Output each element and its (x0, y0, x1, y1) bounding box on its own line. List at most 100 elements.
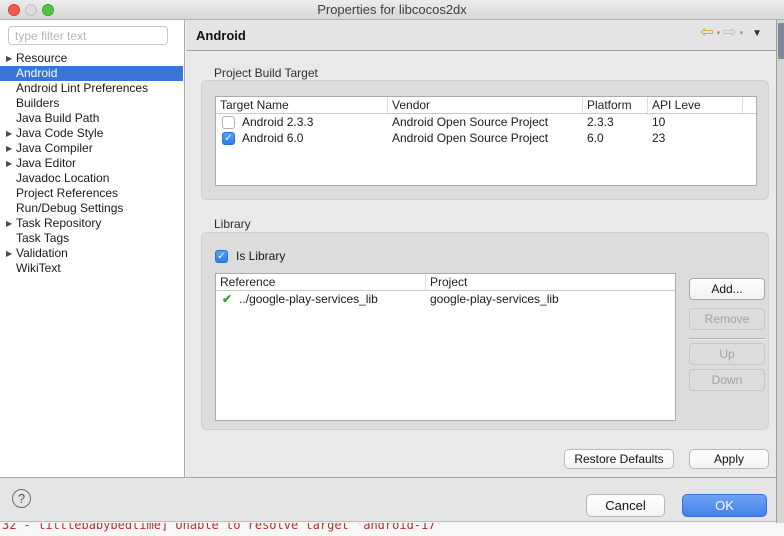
sidebar-item-label: Javadoc Location (16, 171, 109, 186)
build-target-table: Target Name Vendor Platform API Leve And… (215, 96, 757, 186)
api-level: 23 (648, 131, 743, 145)
sidebar-item-java-build-path[interactable]: Java Build Path (0, 111, 183, 126)
page-content: Project Build Target Target Name Vendor … (186, 51, 776, 477)
properties-tree: ▶ Resource Android Android Lint Preferen… (0, 51, 183, 276)
sidebar-item-label: Java Editor (16, 156, 76, 171)
sidebar-item-task-tags[interactable]: Task Tags (0, 231, 183, 246)
disclosure-triangle-icon[interactable]: ▶ (6, 216, 16, 231)
sidebar-item-label: Task Repository (16, 216, 101, 231)
sidebar-item-java-compiler[interactable]: ▶ Java Compiler (0, 141, 183, 156)
remove-button: Remove (689, 308, 765, 330)
console-error-text: 32 - littlebabybedtime] Unable to resolv… (0, 523, 784, 532)
disclosure-triangle-icon[interactable]: ▶ (6, 51, 16, 66)
target-name: Android 6.0 (242, 131, 303, 145)
forward-dropdown-icon[interactable]: ▾ (740, 29, 744, 37)
view-menu-icon[interactable]: ▼ (752, 28, 762, 39)
table-row[interactable]: Android 2.3.3 Android Open Source Projec… (216, 114, 756, 130)
sidebar-item-label: Project References (16, 186, 118, 201)
page-header: Android ⇦ ▾ ⇨ ▾ ▼ (186, 20, 776, 51)
sidebar-item-label: Java Compiler (16, 141, 93, 156)
sidebar-item-label: Validation (16, 246, 68, 261)
sidebar-item-label: Java Build Path (16, 111, 99, 126)
sidebar-item-builders[interactable]: Builders (0, 96, 183, 111)
main-panel: Android ⇦ ▾ ⇨ ▾ ▼ Project Build Target T… (186, 20, 776, 477)
properties-sidebar: ▶ Resource Android Android Lint Preferen… (0, 20, 185, 477)
checkbox-android-6-0[interactable]: ✓ (222, 132, 235, 145)
library-section-title: Library (214, 217, 251, 231)
sidebar-item-label: Android (16, 66, 57, 81)
sidebar-item-project-references[interactable]: Project References (0, 186, 183, 201)
sidebar-item-java-editor[interactable]: ▶ Java Editor (0, 156, 183, 171)
library-groupbox: ✓ Is Library Reference Project ✔ ../goog… (201, 232, 769, 430)
dialog-button-bar: ? Cancel OK (0, 477, 776, 522)
column-header-spacer (743, 97, 756, 113)
window-title: Properties for libcocos2dx (0, 2, 784, 17)
column-header-vendor[interactable]: Vendor (388, 97, 583, 113)
sidebar-item-label: Task Tags (16, 231, 69, 246)
help-icon[interactable]: ? (12, 489, 31, 508)
checkbox-android-2-3-3[interactable] (222, 116, 235, 129)
column-header-platform[interactable]: Platform (583, 97, 648, 113)
cancel-button[interactable]: Cancel (586, 494, 665, 517)
sidebar-item-android[interactable]: Android (0, 66, 183, 81)
restore-defaults-button[interactable]: Restore Defaults (564, 449, 674, 469)
screen: Properties for libcocos2dx ▶ Resource An… (0, 0, 784, 536)
library-table-header: Reference Project (216, 274, 675, 291)
sidebar-item-task-repository[interactable]: ▶ Task Repository (0, 216, 183, 231)
sidebar-item-javadoc-location[interactable]: Javadoc Location (0, 171, 183, 186)
is-library-label: Is Library (236, 249, 285, 263)
up-button: Up (689, 343, 765, 365)
disclosure-triangle-icon[interactable]: ▶ (6, 141, 16, 156)
add-button[interactable]: Add... (689, 278, 765, 300)
library-reference: ../google-play-services_lib (239, 292, 378, 306)
page-title: Android (196, 28, 246, 43)
is-library-checkbox[interactable]: ✓ (215, 250, 228, 263)
sidebar-item-resource[interactable]: ▶ Resource (0, 51, 183, 66)
column-header-reference[interactable]: Reference (216, 274, 426, 290)
library-table: Reference Project ✔ ../google-play-servi… (215, 273, 676, 421)
disclosure-triangle-icon[interactable]: ▶ (6, 126, 16, 141)
build-target-table-header: Target Name Vendor Platform API Leve (216, 97, 756, 114)
title-bar: Properties for libcocos2dx (0, 0, 784, 20)
apply-button[interactable]: Apply (689, 449, 769, 469)
disclosure-triangle-icon[interactable]: ▶ (6, 156, 16, 171)
sidebar-item-label: WikiText (16, 261, 61, 276)
sidebar-item-android-lint-preferences[interactable]: Android Lint Preferences (0, 81, 183, 96)
vendor: Android Open Source Project (388, 131, 583, 145)
background-window-edge (776, 20, 784, 523)
ok-button[interactable]: OK (682, 494, 767, 517)
sidebar-item-label: Android Lint Preferences (16, 81, 148, 96)
forward-arrow-icon[interactable]: ⇨ (723, 25, 736, 41)
build-target-groupbox: Target Name Vendor Platform API Leve And… (201, 80, 769, 200)
table-row[interactable]: ✔ ../google-play-services_lib google-pla… (216, 291, 675, 307)
platform: 2.3.3 (583, 115, 648, 129)
filter-input[interactable] (8, 26, 168, 45)
target-name: Android 2.3.3 (242, 115, 313, 129)
sidebar-item-label: Builders (16, 96, 59, 111)
header-nav: ⇦ ▾ ⇨ ▾ ▼ (700, 25, 762, 41)
sidebar-item-run-debug-settings[interactable]: Run/Debug Settings (0, 201, 183, 216)
table-row[interactable]: ✓ Android 6.0 Android Open Source Projec… (216, 130, 756, 146)
api-level: 10 (648, 115, 743, 129)
background-window-fragment (778, 23, 784, 59)
sidebar-item-java-code-style[interactable]: ▶ Java Code Style (0, 126, 183, 141)
resolved-check-icon: ✔ (222, 292, 232, 306)
back-dropdown-icon[interactable]: ▾ (717, 29, 721, 37)
sidebar-item-label: Run/Debug Settings (16, 201, 123, 216)
library-project: google-play-services_lib (426, 292, 675, 306)
console-output: 32 - littlebabybedtime] Unable to resolv… (0, 523, 784, 536)
back-arrow-icon[interactable]: ⇦ (700, 25, 713, 41)
down-button: Down (689, 369, 765, 391)
sidebar-item-label: Java Code Style (16, 126, 103, 141)
disclosure-triangle-icon[interactable]: ▶ (6, 246, 16, 261)
sidebar-item-validation[interactable]: ▶ Validation (0, 246, 183, 261)
column-header-project[interactable]: Project (426, 274, 675, 290)
vendor: Android Open Source Project (388, 115, 583, 129)
build-target-section-title: Project Build Target (214, 66, 318, 80)
sidebar-item-wikitext[interactable]: WikiText (0, 261, 183, 276)
column-header-api-level[interactable]: API Leve (648, 97, 743, 113)
platform: 6.0 (583, 131, 648, 145)
button-separator (689, 338, 765, 340)
column-header-target-name[interactable]: Target Name (216, 97, 388, 113)
sidebar-item-label: Resource (16, 51, 67, 66)
